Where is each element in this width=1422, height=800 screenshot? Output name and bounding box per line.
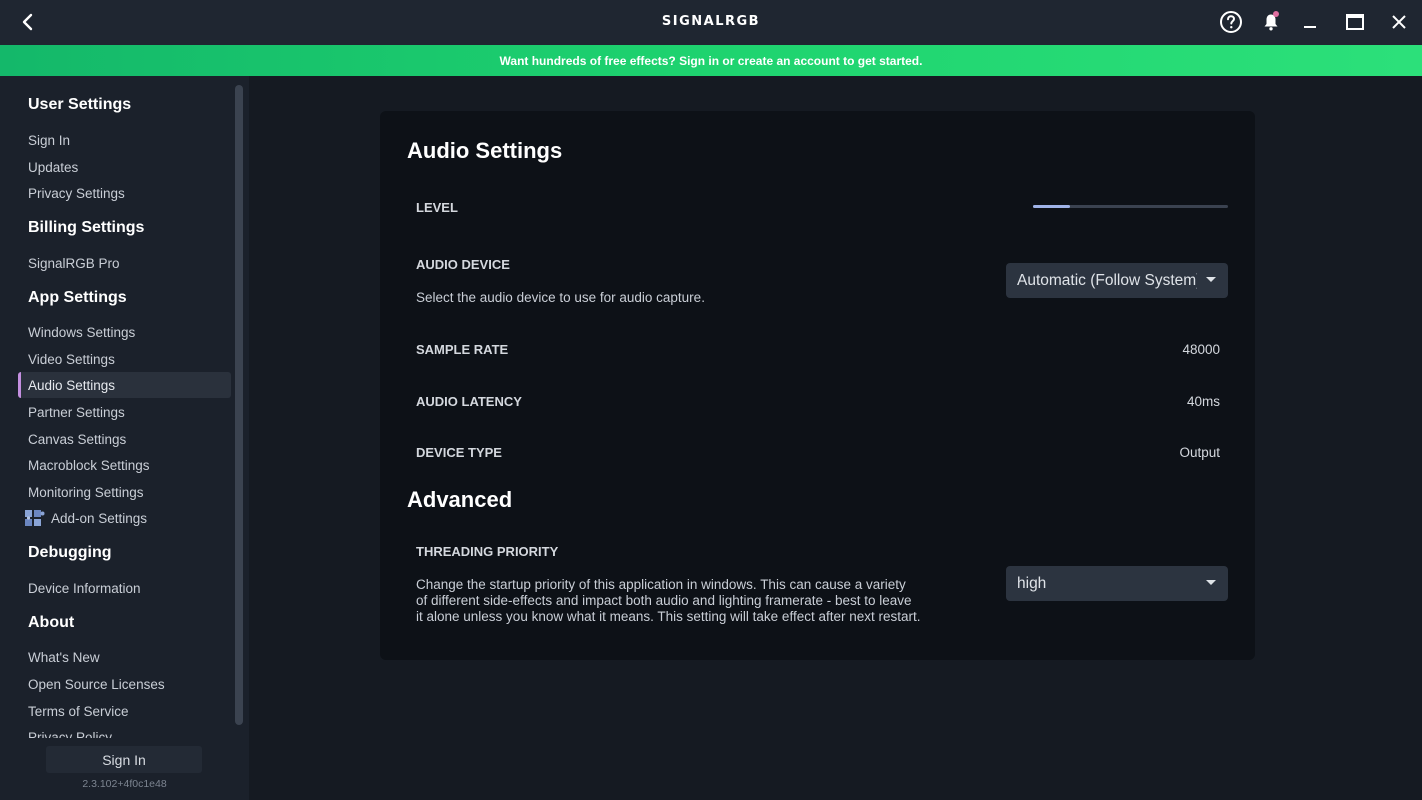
audio-device-dropdown[interactable]: Automatic (Follow System) (1006, 263, 1228, 298)
sidebar-item-canvas-settings[interactable]: Canvas Settings (18, 426, 231, 452)
sidebar-item-audio-settings[interactable]: Audio Settings (18, 372, 231, 398)
sidebar-item-label: Video Settings (28, 351, 115, 367)
sidebar-item-label: Partner Settings (28, 404, 125, 420)
sample-rate-value: 48000 (1182, 342, 1220, 357)
sidebar-item-video-settings[interactable]: Video Settings (18, 346, 231, 372)
sidebar-item-windows-settings[interactable]: Windows Settings (18, 319, 231, 345)
sidebar-heading-about: About (28, 614, 75, 631)
minimize-button[interactable] (1296, 9, 1324, 35)
sidebar-item-label: Privacy Settings (28, 185, 125, 201)
sidebar-heading-billing-settings: Billing Settings (28, 219, 145, 236)
maximize-icon (1346, 14, 1364, 30)
sample-rate-label: SAMPLE RATE (416, 342, 509, 357)
sidebar-scrollbar[interactable] (235, 85, 243, 725)
help-button[interactable] (1217, 9, 1245, 35)
sidebar-heading-user-settings: User Settings (28, 96, 132, 113)
sidebar-item-partner-settings[interactable]: Partner Settings (18, 399, 231, 425)
sidebar-heading-app-settings: App Settings (28, 289, 127, 306)
sidebar-item-privacy-policy[interactable]: Privacy Policy (18, 724, 231, 739)
close-button[interactable] (1385, 9, 1413, 35)
notifications-button[interactable] (1257, 9, 1285, 35)
sidebar-item-monitoring-settings[interactable]: Monitoring Settings (18, 479, 231, 505)
threading-priority-description: Change the startup priority of this appl… (416, 577, 921, 625)
sidebar-item-privacy-settings[interactable]: Privacy Settings (18, 180, 231, 206)
threading-priority-selected: high (1017, 574, 1047, 592)
description-line: it alone unless you know what it means. … (416, 609, 921, 624)
sidebar-item-signalrgb-pro[interactable]: SignalRGB Pro (18, 250, 231, 276)
sidebar-scroll-area: User Settings Sign In Updates Privacy Se… (0, 76, 240, 738)
puzzle-icon (24, 509, 45, 527)
audio-level-fill (1033, 205, 1071, 208)
sidebar-item-label: What's New (28, 649, 100, 665)
sidebar-item-label: Add-on Settings (51, 510, 148, 526)
minimize-icon (1304, 26, 1316, 28)
description-line: of different side-effects and impact bot… (416, 593, 912, 608)
sidebar-item-label: Device Information (28, 580, 141, 596)
close-icon (1392, 15, 1406, 29)
sidebar-item-sign-in[interactable]: Sign In (18, 127, 231, 153)
sidebar-item-updates[interactable]: Updates (18, 154, 231, 180)
sidebar-heading-debugging: Debugging (28, 544, 112, 561)
audio-settings-card: Audio Settings LEVEL AUDIO DEVICE Select… (380, 111, 1255, 660)
advanced-title: Advanced (407, 487, 513, 512)
help-icon (1220, 11, 1242, 33)
sidebar-item-label: Windows Settings (28, 324, 136, 340)
sidebar-item-terms-of-service[interactable]: Terms of Service (18, 698, 231, 724)
sidebar-item-label: Updates (28, 159, 79, 175)
app-version: 2.3.102+4f0c1e48 (82, 778, 167, 790)
sidebar-item-label: Audio Settings (28, 377, 116, 393)
sidebar-item-label: Canvas Settings (28, 431, 127, 447)
audio-latency-label: AUDIO LATENCY (416, 394, 522, 409)
sidebar-item-label: SignalRGB Pro (28, 255, 120, 271)
sidebar-item-open-source-licenses[interactable]: Open Source Licenses (18, 671, 231, 697)
audio-level-meter[interactable] (1033, 205, 1228, 208)
level-label: LEVEL (416, 200, 458, 215)
threading-priority-dropdown[interactable]: high (1006, 566, 1228, 601)
app-title: SIGNALRGB (661, 14, 761, 29)
title-bar: SIGNALRGB (0, 0, 1422, 45)
sidebar-item-label: Monitoring Settings (28, 484, 144, 500)
sidebar-item-label: Open Source Licenses (28, 676, 165, 692)
device-type-value: Output (1179, 445, 1220, 460)
caret-down-icon (1206, 580, 1216, 585)
chevron-left-icon (22, 13, 33, 31)
audio-device-description: Select the audio device to use for audio… (416, 290, 705, 305)
settings-sidebar: User Settings Sign In Updates Privacy Se… (0, 76, 249, 800)
description-line: Change the startup priority of this appl… (416, 577, 906, 592)
caret-down-icon (1206, 277, 1216, 282)
back-button[interactable] (16, 10, 38, 34)
audio-latency-value: 40ms (1186, 394, 1220, 409)
sidebar-item-label: Macroblock Settings (28, 457, 150, 473)
audio-device-selected: Automatic (Follow System) (1017, 271, 1197, 289)
banner-text[interactable]: Want hundreds of free effects? Sign in o… (500, 54, 923, 68)
audio-device-label: AUDIO DEVICE (416, 257, 510, 272)
sidebar-item-label: Sign In (28, 132, 71, 148)
notification-dot (1273, 11, 1279, 17)
threading-priority-label: THREADING PRIORITY (416, 544, 559, 559)
sign-in-promo-banner[interactable]: Want hundreds of free effects? Sign in o… (0, 45, 1422, 76)
sidebar-item-whats-new[interactable]: What's New (18, 644, 231, 670)
sidebar-item-label: Privacy Policy (28, 729, 113, 739)
sidebar-item-add-on-settings[interactable]: Add-on Settings (18, 505, 231, 531)
device-type-label: DEVICE TYPE (416, 445, 502, 460)
sidebar-sign-in-button[interactable]: Sign In (46, 746, 202, 773)
audio-settings-title: Audio Settings (407, 138, 563, 163)
sidebar-item-device-information[interactable]: Device Information (18, 575, 231, 601)
maximize-button[interactable] (1341, 9, 1369, 35)
sidebar-item-label: Terms of Service (28, 703, 129, 719)
sidebar-item-macroblock-settings[interactable]: Macroblock Settings (18, 452, 231, 478)
